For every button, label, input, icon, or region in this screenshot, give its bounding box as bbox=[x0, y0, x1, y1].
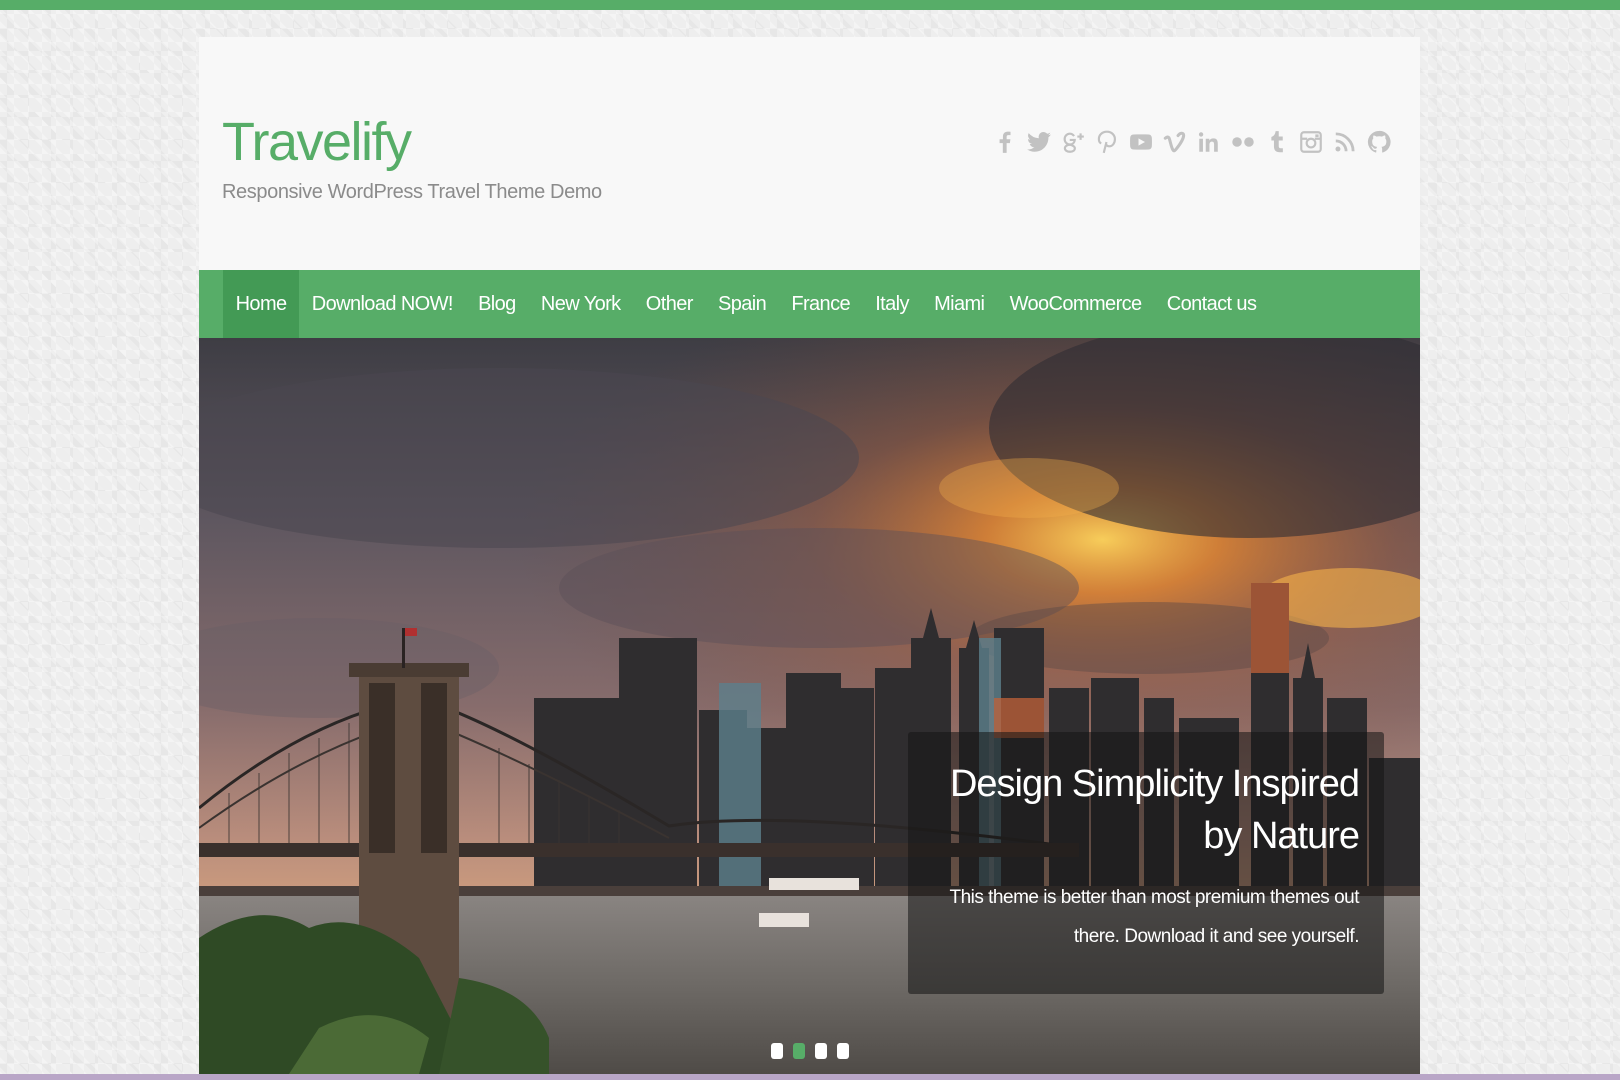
linkedin-icon[interactable] bbox=[1194, 125, 1224, 159]
nav-link-france[interactable]: France bbox=[779, 270, 863, 338]
pager-dot-2[interactable] bbox=[793, 1043, 805, 1059]
slide-caption-text: This theme is better than most premium t… bbox=[949, 887, 1359, 947]
nav-link-woocommerce[interactable]: WooCommerce bbox=[997, 270, 1154, 338]
nav-link-blog[interactable]: Blog bbox=[465, 270, 528, 338]
twitter-icon[interactable] bbox=[1024, 125, 1054, 159]
nav-item-woocommerce: WooCommerce bbox=[997, 270, 1154, 338]
youtube-icon[interactable] bbox=[1126, 125, 1156, 159]
pinterest-icon[interactable] bbox=[1092, 125, 1122, 159]
nav-link-other[interactable]: Other bbox=[633, 270, 705, 338]
nav-item-france: France bbox=[779, 270, 863, 338]
nav-item-home: Home bbox=[223, 270, 300, 338]
pager-dot-1[interactable] bbox=[771, 1043, 783, 1059]
nav-link-home[interactable]: Home bbox=[223, 270, 300, 338]
nav-link-download[interactable]: Download NOW! bbox=[299, 270, 465, 338]
rss-icon[interactable] bbox=[1330, 125, 1360, 159]
nav-item-miami: Miami bbox=[921, 270, 997, 338]
nav-item-download: Download NOW! bbox=[299, 270, 465, 338]
nav-menu: Home Download NOW! Blog New York Other S… bbox=[199, 270, 1420, 338]
bottom-taskbar-strip bbox=[0, 1074, 1620, 1080]
slide-caption-title: Design Simplicity Inspired by Nature bbox=[949, 763, 1360, 857]
social-links bbox=[990, 125, 1394, 159]
nav-link-spain[interactable]: Spain bbox=[705, 270, 778, 338]
github-icon[interactable] bbox=[1364, 125, 1394, 159]
nav-item-contact: Contact us bbox=[1154, 270, 1269, 338]
nav-item-italy: Italy bbox=[863, 270, 922, 338]
pager-dot-4[interactable] bbox=[837, 1043, 849, 1059]
nav-link-new-york[interactable]: New York bbox=[528, 270, 633, 338]
tumblr-icon[interactable] bbox=[1262, 125, 1292, 159]
nav-link-miami[interactable]: Miami bbox=[921, 270, 997, 338]
nav-item-new-york: New York bbox=[528, 270, 633, 338]
slide-caption: Design Simplicity Inspired by Nature Thi… bbox=[908, 732, 1384, 994]
nav-link-italy[interactable]: Italy bbox=[863, 270, 922, 338]
pager-dot-3[interactable] bbox=[815, 1043, 827, 1059]
nav-item-blog: Blog bbox=[465, 270, 528, 338]
nav-item-other: Other bbox=[633, 270, 705, 338]
google-plus-icon[interactable] bbox=[1058, 125, 1088, 159]
slider-pager bbox=[771, 1043, 849, 1059]
site-branding: Travelify Responsive WordPress Travel Th… bbox=[222, 115, 602, 204]
site-title[interactable]: Travelify bbox=[222, 115, 602, 169]
site-description: Responsive WordPress Travel Theme Demo bbox=[222, 181, 602, 203]
featured-slider[interactable]: Design Simplicity Inspired by Nature Thi… bbox=[199, 338, 1420, 1074]
page-container: Travelify Responsive WordPress Travel Th… bbox=[199, 37, 1420, 1074]
flickr-icon[interactable] bbox=[1228, 125, 1258, 159]
facebook-icon[interactable] bbox=[990, 125, 1020, 159]
instagram-icon[interactable] bbox=[1296, 125, 1326, 159]
main-navigation: Home Download NOW! Blog New York Other S… bbox=[199, 270, 1420, 338]
nav-item-spain: Spain bbox=[705, 270, 778, 338]
nav-link-contact[interactable]: Contact us bbox=[1154, 270, 1269, 338]
top-accent-bar bbox=[0, 0, 1620, 10]
vimeo-icon[interactable] bbox=[1160, 125, 1190, 159]
